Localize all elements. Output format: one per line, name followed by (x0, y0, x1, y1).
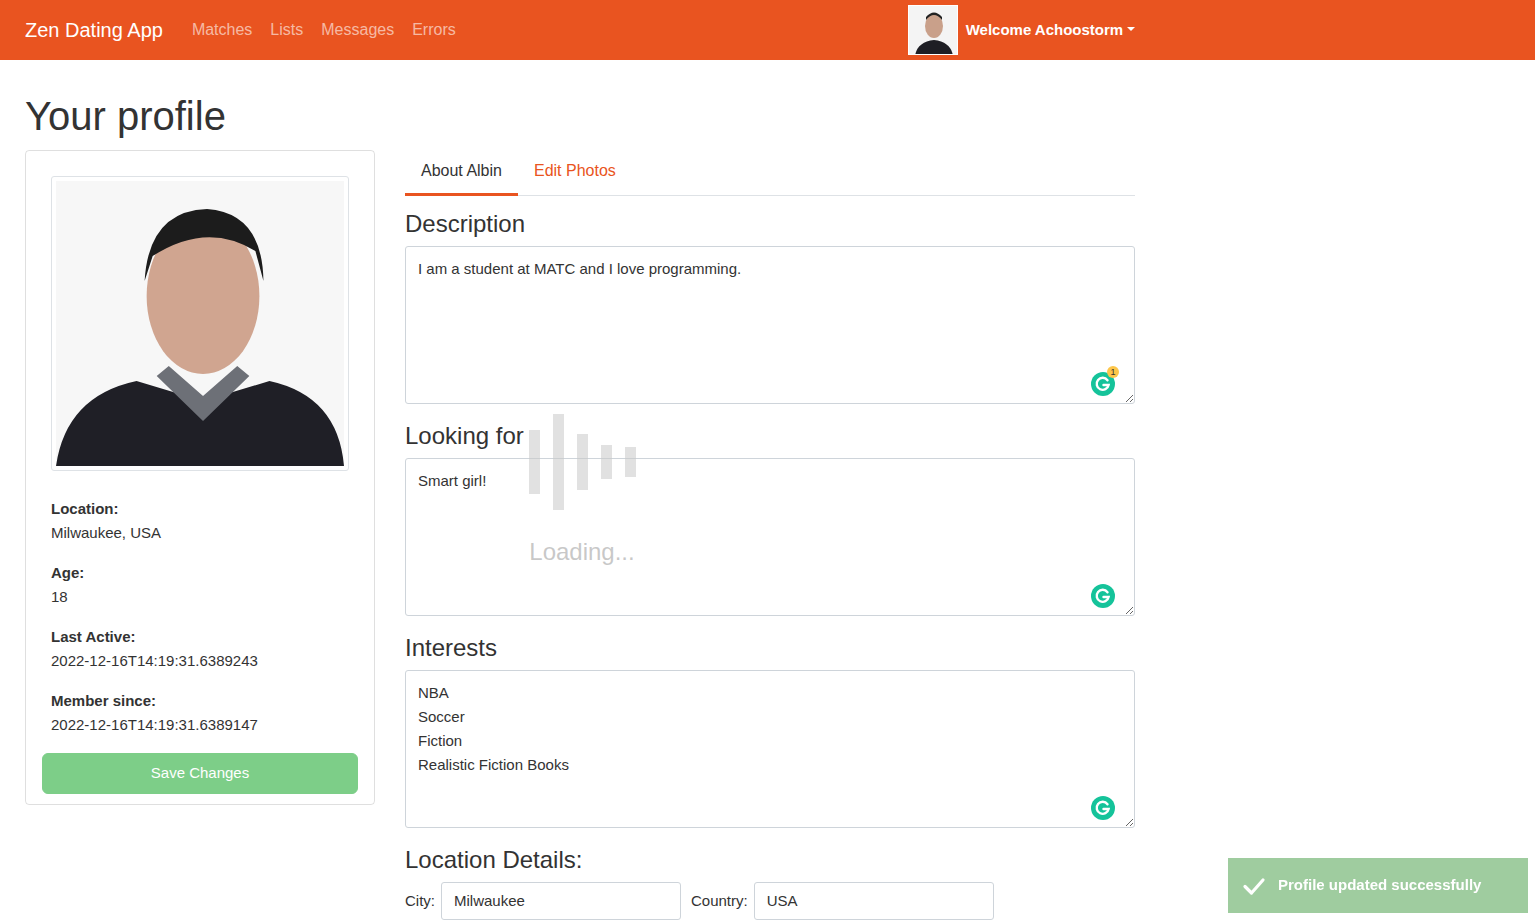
toast-text: Profile updated successfully (1278, 874, 1481, 897)
detail-value: 2022-12-16T14:19:31.6389147 (51, 713, 349, 737)
detail-value: 2022-12-16T14:19:31.6389243 (51, 649, 349, 673)
save-button[interactable]: Save Changes (42, 753, 358, 794)
profile-card: Location:Milwaukee, USA Age:18 Last Active… (25, 150, 375, 805)
profile-editor: About AlbinEdit Photos Description I am a… (405, 150, 1135, 920)
section-textarea[interactable]: Smart girl! (405, 458, 1135, 616)
navbar: Zen Dating App Matches Lists Messages Error… (0, 0, 1535, 60)
profile-details: Location:Milwaukee, USA Age:18 Last Active… (26, 471, 374, 737)
section-heading: Interests (405, 634, 1135, 662)
section-textarea[interactable]: I am a student at MATC and I love progra… (405, 246, 1135, 404)
tab-bar: About AlbinEdit Photos (405, 150, 1135, 196)
profile-photo (51, 176, 349, 471)
detail-item: Location:Milwaukee, USA (51, 497, 349, 545)
detail-value: Milwaukee, USA (51, 521, 349, 545)
detail-item: Age:18 (51, 561, 349, 609)
loading-icon (517, 412, 647, 512)
text-field: I am a student at MATC and I love progra… (405, 246, 1135, 411)
tab[interactable]: About Albin (405, 150, 518, 196)
avatar-photo (908, 5, 958, 55)
text-field: NBA Soccer Fiction Realistic Fiction Boo… (405, 670, 1135, 835)
text-field: Smart girl! (405, 458, 1135, 623)
detail-item: Member since:2022-12-16T14:19:31.6389147 (51, 689, 349, 737)
city-label: City: (405, 890, 435, 913)
section-textarea[interactable]: NBA Soccer Fiction Realistic Fiction Boo… (405, 670, 1135, 828)
nav-link[interactable]: Errors (407, 18, 461, 42)
nav-link[interactable]: Matches (187, 18, 257, 42)
grammarly-icon[interactable] (1091, 796, 1115, 820)
detail-label: Location: (51, 497, 349, 521)
section-heading: Looking for (405, 422, 1135, 450)
loading-overlay: Loading... (517, 412, 647, 570)
brand[interactable]: Zen Dating App (25, 15, 163, 45)
success-toast[interactable]: Profile updated successfully (1228, 858, 1528, 913)
nav-link[interactable]: Lists (265, 18, 308, 42)
detail-value: 18 (51, 585, 349, 609)
person-icon (909, 6, 958, 55)
section-heading: Description (405, 210, 1135, 238)
nav-links: Matches Lists Messages Errors (187, 18, 461, 42)
country-label: Country: (691, 890, 748, 913)
user-menu[interactable]: Welcome Achoostorm (908, 5, 1135, 55)
main: Your profile Location:Milwaukee, USA Age:… (25, 92, 1135, 920)
loading-text: Loading... (517, 534, 647, 570)
country-input[interactable] (754, 882, 994, 920)
check-icon (1242, 874, 1266, 898)
person-icon (56, 181, 344, 466)
location-heading: Location Details: (405, 846, 1135, 874)
grammarly-icon[interactable] (1091, 584, 1115, 608)
grammarly-badge: 1 (1107, 366, 1119, 378)
detail-label: Member since: (51, 689, 349, 713)
detail-label: Last Active: (51, 625, 349, 649)
tab[interactable]: Edit Photos (518, 150, 632, 196)
nav-link[interactable]: Messages (316, 18, 399, 42)
detail-item: Last Active:2022-12-16T14:19:31.6389243 (51, 625, 349, 673)
welcome-dropdown[interactable]: Welcome Achoostorm (966, 19, 1135, 42)
city-input[interactable] (441, 882, 681, 920)
detail-label: Age: (51, 561, 349, 585)
location-row: City: Country: (405, 882, 1135, 920)
page-title: Your profile (25, 92, 1135, 140)
